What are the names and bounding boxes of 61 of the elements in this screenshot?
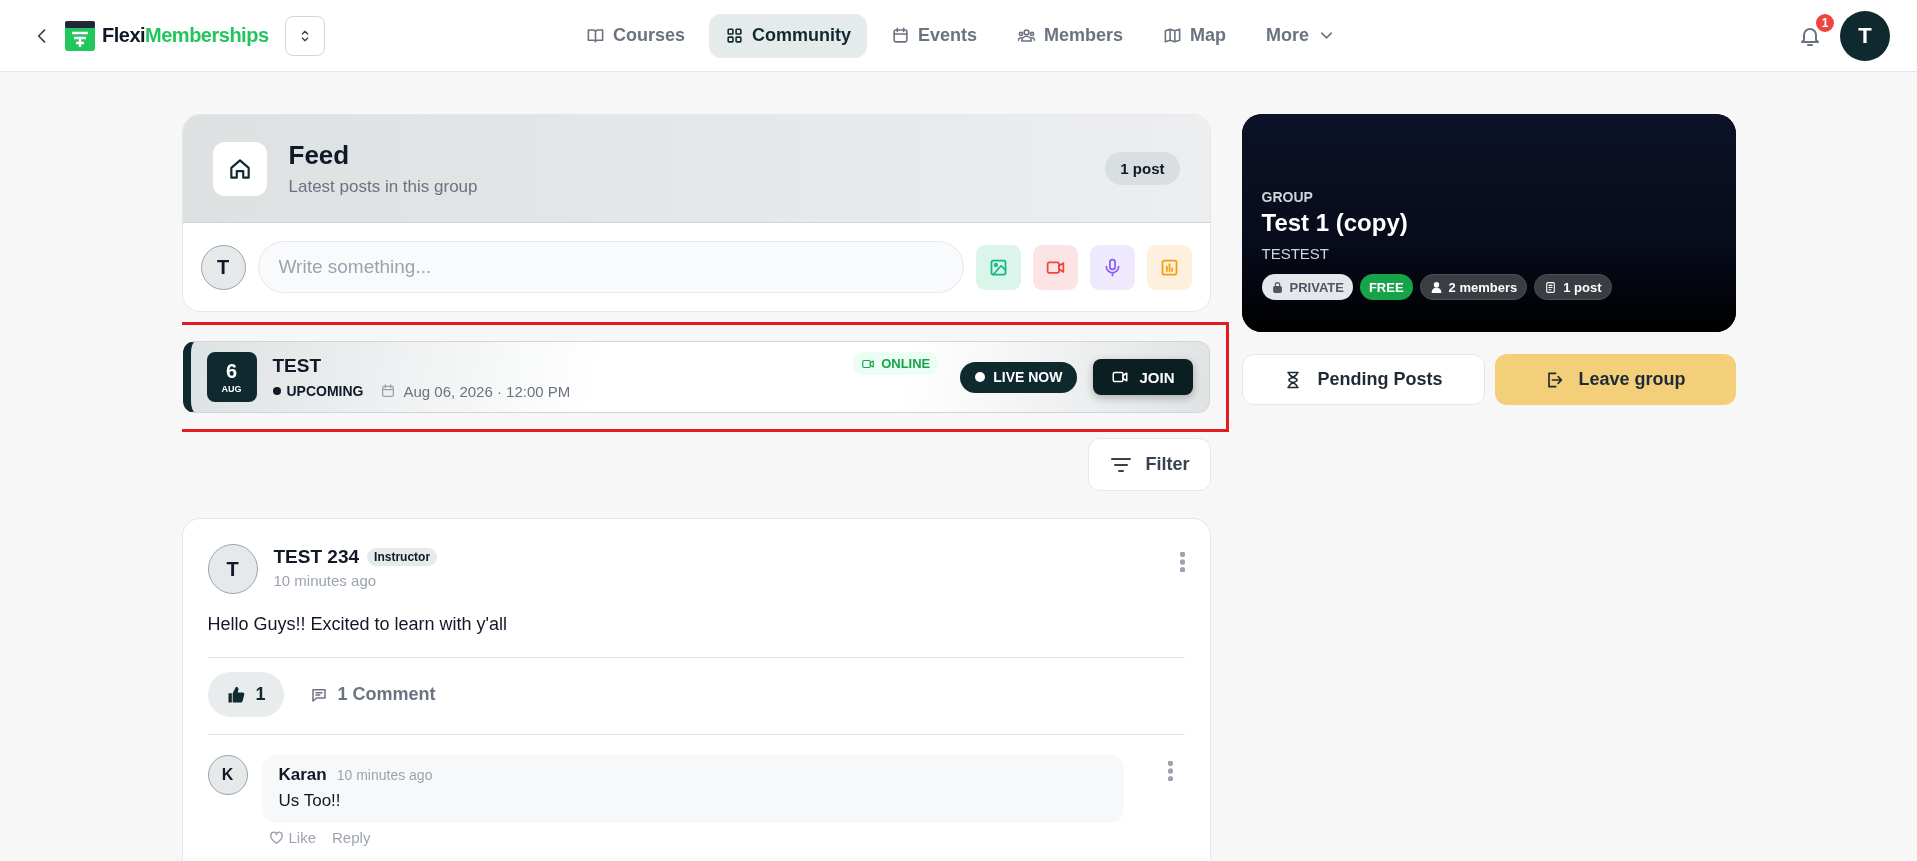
lock-icon	[1270, 280, 1284, 294]
pending-posts-button[interactable]: Pending Posts	[1241, 354, 1485, 405]
event-status: UPCOMING	[272, 383, 364, 399]
grid-icon	[724, 26, 744, 45]
heart-icon	[267, 829, 285, 846]
vertical-dots-icon	[1167, 761, 1173, 781]
nav-tab[interactable]: Events	[874, 13, 993, 58]
post-text: Hello Guys!! Excited to learn with y'all	[207, 614, 509, 635]
event-month: AUG	[221, 383, 242, 394]
members-badge: 2 members	[1419, 274, 1528, 300]
group-name: Test 1 (copy)	[1261, 209, 1409, 237]
book-icon	[585, 26, 605, 45]
people-icon	[1017, 26, 1036, 45]
comment-time: 10 minutes ago	[336, 767, 433, 783]
user-avatar: T	[200, 244, 246, 290]
role-badge: Instructor	[367, 548, 438, 566]
more-menu-button[interactable]: More	[1250, 13, 1353, 58]
like-button[interactable]: 1	[207, 672, 284, 717]
comments-button[interactable]: 1 Comment	[309, 684, 436, 705]
author-avatar: T	[207, 544, 258, 594]
switcher-button[interactable]	[284, 15, 325, 56]
post-input-field[interactable]: Write something...	[257, 241, 964, 293]
mic-attach-button[interactable]	[1089, 244, 1135, 290]
event-day: 6	[225, 360, 238, 381]
user-avatar[interactable]: T	[1840, 10, 1890, 61]
logo-icon	[64, 19, 96, 52]
leave-group-button[interactable]: Leave group	[1494, 354, 1736, 405]
person-icon	[1429, 280, 1443, 294]
image-attach-button[interactable]	[975, 244, 1021, 290]
posts-badge: 1 post	[1534, 274, 1612, 300]
calendar-icon	[890, 26, 910, 45]
private-badge: PRIVATE	[1261, 274, 1353, 300]
vertical-dots-icon	[1179, 552, 1185, 572]
video-attach-button[interactable]	[1032, 244, 1078, 290]
nav-tab[interactable]: Map	[1147, 13, 1243, 58]
join-button[interactable]: JOIN	[1093, 359, 1193, 395]
comment-text: Us Too!!	[278, 791, 342, 811]
event-date: Aug 06, 2026 · 12:00 PM	[403, 382, 571, 400]
event-title: TEST	[272, 354, 323, 377]
post-time: 10 minutes ago	[273, 572, 378, 589]
event-card[interactable]: 6 AUG TEST UPCOMING Aug 06, 2026 · 12:00 PM ONLINE LIVE NOW JOIN	[182, 341, 1210, 413]
calendar-icon	[379, 383, 396, 399]
group-label: GROUP	[1261, 189, 1314, 205]
online-badge: ONLINE	[853, 352, 939, 375]
nav-tab[interactable]: Courses	[569, 13, 701, 58]
feed-title: Feed	[288, 140, 351, 171]
commenter-name: Karan	[278, 765, 327, 785]
post-count: 1 post	[1105, 152, 1180, 185]
live-now-button[interactable]: LIVE NOW	[960, 361, 1078, 393]
nav-tab[interactable]: Members	[1001, 13, 1140, 58]
commenter-avatar: K	[207, 755, 248, 795]
feed-subtitle: Latest posts in this group	[288, 177, 479, 197]
brand-name: FlexiMemberships	[102, 24, 269, 47]
document-icon	[1544, 280, 1558, 294]
notification-count: 1	[1814, 11, 1836, 34]
author-name: TEST 234	[273, 546, 360, 568]
group-description: TESTEST	[1261, 245, 1330, 262]
map-icon	[1163, 26, 1183, 45]
nav-tab[interactable]: Community	[708, 13, 867, 58]
filter-button[interactable]: Filter	[1088, 438, 1211, 491]
poll-attach-button[interactable]	[1146, 244, 1192, 290]
